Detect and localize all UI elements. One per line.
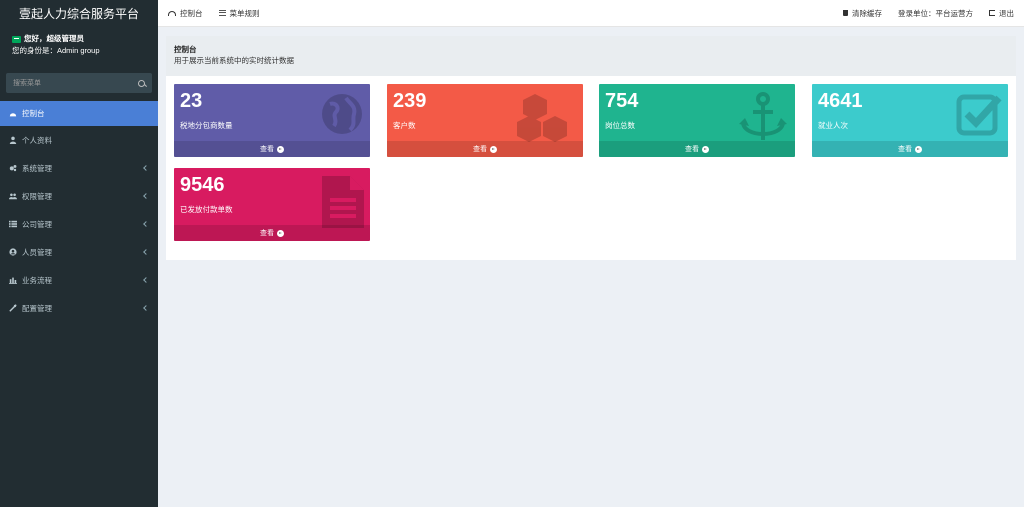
stat-more-link[interactable]: 查看 bbox=[599, 141, 795, 157]
bar-chart-icon bbox=[9, 277, 17, 284]
stat-value: 754 bbox=[605, 90, 639, 112]
tab-dashboard-label: 控制台 bbox=[180, 8, 203, 18]
user-greeting-row: 您好，超级管理员 bbox=[12, 33, 146, 45]
stat-label: 岗位总数 bbox=[605, 121, 635, 130]
users-icon bbox=[9, 193, 17, 200]
globe-icon bbox=[322, 94, 362, 134]
stat-link-label: 查看 bbox=[260, 230, 274, 237]
stat-link-label: 查看 bbox=[260, 146, 274, 153]
stat-value: 9546 bbox=[180, 174, 225, 196]
sidebar-item-dashboard[interactable]: 控制台 bbox=[0, 101, 158, 126]
trash-icon bbox=[843, 10, 848, 16]
list-icon bbox=[9, 220, 17, 228]
sign-out-icon bbox=[989, 10, 995, 16]
stat-label: 已发放付款单数 bbox=[180, 205, 233, 214]
logout-label: 退出 bbox=[999, 8, 1014, 18]
stat-link-label: 查看 bbox=[473, 146, 487, 153]
sidebar-item-label: 个人资料 bbox=[22, 135, 52, 145]
sidebar-item-label: 配置管理 bbox=[22, 303, 52, 313]
arrow-circle-right-icon bbox=[915, 145, 922, 153]
stat-more-link[interactable]: 查看 bbox=[387, 141, 583, 157]
sidebar-item-label: 权限管理 bbox=[22, 191, 52, 201]
sidebar-item-label: 业务流程 bbox=[22, 275, 52, 285]
cubes-icon bbox=[517, 94, 567, 142]
stat-label: 客户数 bbox=[393, 121, 416, 130]
stat-label: 就业人次 bbox=[818, 121, 848, 130]
arrow-circle-right-icon bbox=[702, 145, 709, 153]
arrow-circle-right-icon bbox=[277, 229, 284, 237]
file-text-icon bbox=[322, 176, 364, 228]
sidebar-item-profile[interactable]: 个人资料 bbox=[0, 126, 158, 154]
sidebar-item-label: 人员管理 bbox=[22, 247, 52, 257]
sidebar-item-permission[interactable]: 权限管理 bbox=[0, 182, 158, 210]
user-circle-icon bbox=[9, 248, 17, 256]
stat-card-payments: 9546 已发放付款单数 查看 bbox=[174, 168, 370, 241]
content-header: 控制台 用于展示当前系统中的实时统计数据 bbox=[166, 36, 1016, 76]
stat-link-label: 查看 bbox=[898, 146, 912, 153]
wrench-icon bbox=[9, 304, 17, 312]
clear-cache-button[interactable]: 清除缓存 bbox=[843, 8, 882, 19]
stat-more-link[interactable]: 查看 bbox=[174, 141, 370, 157]
arrow-circle-right-icon bbox=[277, 145, 284, 153]
sidebar-item-company[interactable]: 公司管理 bbox=[0, 210, 158, 238]
dashboard-icon bbox=[168, 10, 176, 16]
page-title: 控制台 bbox=[174, 45, 197, 54]
tab-menu-rules-label: 菜单规则 bbox=[229, 8, 260, 18]
stat-more-link[interactable]: 查看 bbox=[812, 141, 1008, 157]
stat-card-subcontractors: 23 税地分包商数量 查看 bbox=[174, 84, 370, 157]
sidebar-item-label: 公司管理 bbox=[22, 219, 52, 229]
list-icon bbox=[218, 10, 226, 16]
sidebar: 壹起人力综合服务平台 您好，超级管理员 您的身份是：Admin group 搜索… bbox=[0, 0, 158, 507]
user-greeting: 您好，超级管理员 bbox=[24, 34, 84, 43]
sidebar-item-system[interactable]: 系统管理 bbox=[0, 154, 158, 182]
sidebar-item-config[interactable]: 配置管理 bbox=[0, 294, 158, 322]
sidebar-menu: 控制台 个人资料 系统管理 权限管理 公司管理 人员管理 业务流程 配置管理 bbox=[0, 101, 158, 322]
sidebar-item-personnel[interactable]: 人员管理 bbox=[0, 238, 158, 266]
chevron-left-icon bbox=[143, 249, 149, 255]
navbar-right: 清除缓存 登录单位：平台运营方 退出 bbox=[843, 8, 1024, 19]
tab-menu-rules[interactable]: 菜单规则 bbox=[218, 8, 260, 19]
login-unit: 登录单位：平台运营方 bbox=[898, 8, 973, 18]
chevron-left-icon bbox=[143, 221, 149, 227]
chevron-left-icon bbox=[143, 305, 149, 311]
top-navbar: 控制台 菜单规则 清除缓存 登录单位：平台运营方 退出 bbox=[158, 0, 1024, 27]
stat-card-employment: 4641 就业人次 查看 bbox=[812, 84, 1008, 157]
stat-label: 税地分包商数量 bbox=[180, 121, 233, 130]
sidebar-item-workflow[interactable]: 业务流程 bbox=[0, 266, 158, 294]
cogs-icon bbox=[9, 164, 17, 172]
user-icon bbox=[9, 136, 17, 144]
sidebar-item-label: 系统管理 bbox=[22, 163, 52, 173]
stat-card-positions: 754 岗位总数 查看 bbox=[599, 84, 795, 157]
user-panel: 您好，超级管理员 您的身份是：Admin group bbox=[0, 27, 158, 65]
page-description: 用于展示当前系统中的实时统计数据 bbox=[174, 56, 294, 65]
dashboard-icon bbox=[9, 112, 17, 116]
stat-link-label: 查看 bbox=[685, 146, 699, 153]
clear-cache-label: 清除缓存 bbox=[852, 8, 882, 18]
app-brand[interactable]: 壹起人力综合服务平台 bbox=[0, 0, 158, 27]
chevron-left-icon bbox=[143, 277, 149, 283]
stat-card-customers: 239 客户数 查看 bbox=[387, 84, 583, 157]
stat-value: 23 bbox=[180, 90, 203, 112]
stat-value: 239 bbox=[393, 90, 427, 112]
chevron-left-icon bbox=[143, 165, 149, 171]
stat-more-link[interactable]: 查看 bbox=[174, 225, 370, 241]
check-square-icon bbox=[956, 94, 1002, 136]
chevron-left-icon bbox=[143, 193, 149, 199]
tab-dashboard[interactable]: 控制台 bbox=[168, 8, 203, 19]
search-icon[interactable] bbox=[138, 79, 145, 87]
user-role: 您的身份是：Admin group bbox=[12, 46, 100, 55]
menu-search-input[interactable]: 搜索菜单 bbox=[6, 73, 152, 93]
menu-search-placeholder: 搜索菜单 bbox=[13, 80, 41, 87]
sidebar-item-label: 控制台 bbox=[22, 109, 45, 118]
arrow-circle-right-icon bbox=[490, 145, 497, 153]
logout-button[interactable]: 退出 bbox=[989, 8, 1014, 19]
id-card-icon bbox=[12, 35, 21, 43]
stat-value: 4641 bbox=[818, 90, 863, 112]
anchor-icon bbox=[739, 92, 787, 140]
